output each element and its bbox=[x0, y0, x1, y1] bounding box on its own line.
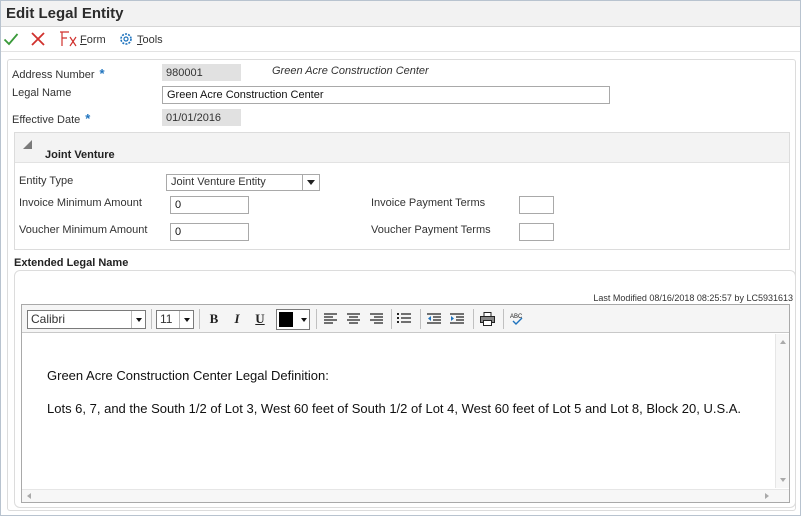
effective-date-field: 01/01/2016 bbox=[162, 109, 241, 126]
spellcheck-icon[interactable]: ABC bbox=[510, 311, 526, 327]
align-center-icon[interactable] bbox=[345, 311, 361, 327]
toolbar-divider bbox=[391, 309, 392, 329]
underline-icon[interactable]: U bbox=[252, 311, 268, 327]
invoice-minimum-input[interactable]: 0 bbox=[170, 196, 249, 214]
editor-paragraph-1: Green Acre Construction Center Legal Def… bbox=[47, 368, 329, 383]
text-color-picker[interactable] bbox=[276, 309, 310, 330]
scroll-right-icon[interactable] bbox=[765, 493, 769, 499]
extended-legal-name-box: Last Modified 08/16/2018 08:25:57 by LC5… bbox=[14, 270, 796, 508]
main-form-panel: Address Number * 980001 Green Acre Constr… bbox=[7, 59, 796, 511]
outdent-icon[interactable] bbox=[426, 311, 442, 327]
font-family-select[interactable]: Calibri bbox=[27, 310, 146, 329]
scroll-down-icon[interactable] bbox=[780, 478, 786, 482]
required-marker: * bbox=[85, 111, 91, 126]
editor-paragraph-2: Lots 6, 7, and the South 1/2 of Lot 3, W… bbox=[47, 401, 742, 416]
extended-legal-name-title: Extended Legal Name bbox=[14, 257, 129, 269]
scroll-left-icon[interactable] bbox=[27, 493, 31, 499]
legal-name-label: Legal Name bbox=[12, 87, 72, 99]
toolbar-divider bbox=[316, 309, 317, 329]
effective-date-label: Effective Date * bbox=[12, 111, 91, 126]
toolbar-divider bbox=[503, 309, 504, 329]
toolbar-divider bbox=[199, 309, 200, 329]
entity-type-label: Entity Type bbox=[19, 175, 74, 187]
address-number-description: Green Acre Construction Center bbox=[272, 65, 429, 77]
chevron-down-icon[interactable] bbox=[302, 175, 319, 190]
indent-icon[interactable] bbox=[449, 311, 465, 327]
joint-venture-title: Joint Venture bbox=[45, 149, 115, 161]
color-swatch bbox=[279, 312, 293, 327]
title-bar: Edit Legal Entity bbox=[1, 1, 800, 27]
entity-type-select[interactable]: Joint Venture Entity bbox=[166, 174, 320, 191]
window-frame: Edit Legal Entity Form Tools Address Num… bbox=[0, 0, 801, 516]
font-family-value: Calibri bbox=[31, 312, 66, 326]
form-menu-button[interactable]: Form bbox=[59, 30, 106, 50]
font-size-select[interactable]: 11 bbox=[156, 310, 194, 329]
address-number-label: Address Number * bbox=[12, 66, 105, 81]
tools-menu-button[interactable]: Tools bbox=[118, 30, 163, 50]
entity-type-value: Joint Venture Entity bbox=[171, 176, 266, 188]
collapse-triangle-icon[interactable] bbox=[23, 140, 32, 149]
horizontal-scrollbar[interactable] bbox=[22, 489, 789, 502]
chevron-down-icon[interactable] bbox=[179, 311, 193, 328]
chevron-down-icon[interactable] bbox=[131, 311, 145, 328]
editor-content[interactable]: Green Acre Construction Center Legal Def… bbox=[22, 334, 775, 492]
editor-toolbar: Calibri 11 B I U ABC bbox=[22, 305, 789, 333]
voucher-payment-terms-input[interactable] bbox=[519, 223, 554, 241]
print-icon[interactable] bbox=[479, 311, 495, 327]
toolbar-divider bbox=[151, 309, 152, 329]
last-modified-text: Last Modified 08/16/2018 08:25:57 by LC5… bbox=[593, 293, 793, 303]
toolbar-divider bbox=[420, 309, 421, 329]
voucher-payment-terms-label: Voucher Payment Terms bbox=[371, 224, 491, 236]
form-icon bbox=[59, 30, 77, 50]
invoice-payment-terms-label: Invoice Payment Terms bbox=[371, 197, 486, 209]
address-number-field: 980001 bbox=[162, 64, 241, 81]
legal-name-input[interactable]: Green Acre Construction Center bbox=[162, 86, 610, 104]
form-toolbar: Form Tools bbox=[1, 28, 800, 52]
required-marker: * bbox=[99, 66, 105, 81]
align-left-icon[interactable] bbox=[322, 311, 338, 327]
tools-menu-label: Tools bbox=[137, 34, 163, 46]
joint-venture-header[interactable]: Joint Venture bbox=[15, 133, 789, 163]
voucher-minimum-label: Voucher Minimum Amount bbox=[19, 224, 148, 236]
vertical-scrollbar[interactable] bbox=[775, 334, 789, 488]
invoice-minimum-label: Invoice Minimum Amount bbox=[19, 197, 142, 209]
rich-text-editor: Calibri 11 B I U ABC Green Acre Construc… bbox=[21, 304, 790, 503]
bold-icon[interactable]: B bbox=[206, 311, 222, 327]
tools-gear-icon bbox=[118, 31, 134, 50]
font-size-value: 11 bbox=[160, 312, 173, 326]
ok-check-icon[interactable] bbox=[3, 31, 21, 49]
invoice-payment-terms-input[interactable] bbox=[519, 196, 554, 214]
bullet-list-icon[interactable] bbox=[396, 311, 412, 327]
toolbar-divider bbox=[473, 309, 474, 329]
page-title: Edit Legal Entity bbox=[6, 5, 124, 22]
voucher-minimum-input[interactable]: 0 bbox=[170, 223, 249, 241]
chevron-down-icon[interactable] bbox=[301, 318, 307, 322]
form-menu-label: Form bbox=[80, 34, 106, 46]
joint-venture-section: Joint Venture Entity Type Joint Venture … bbox=[14, 132, 790, 250]
align-right-icon[interactable] bbox=[368, 311, 384, 327]
cancel-x-icon[interactable] bbox=[30, 31, 48, 49]
italic-icon[interactable]: I bbox=[229, 311, 245, 327]
scroll-up-icon[interactable] bbox=[780, 340, 786, 344]
